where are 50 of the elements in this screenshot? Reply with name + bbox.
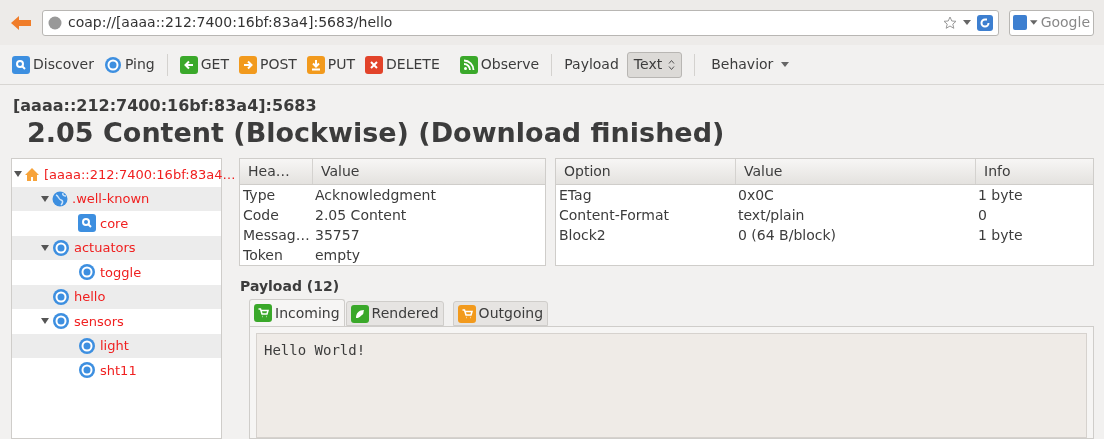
- table-cell-text: 35757: [314, 225, 361, 245]
- column-header[interactable]: Value: [312, 159, 544, 184]
- table-cell-text: 0: [977, 205, 988, 225]
- payload-title: Payload (12): [240, 277, 341, 296]
- tree-item[interactable]: light: [100, 336, 129, 356]
- payload-tab[interactable]: Rendered: [345, 301, 444, 326]
- discover-button[interactable]: Discover: [12, 54, 94, 75]
- address-bar[interactable]: coap://[aaaa::212:7400:16bf:83a4]:5683/hello: [42, 9, 999, 36]
- search-field[interactable]: Google: [1009, 9, 1094, 36]
- table-cell-text: Messag…: [242, 225, 311, 245]
- table-cell-text: ETag: [558, 185, 593, 205]
- tree-item[interactable]: [aaaa::212:7400:16bf:83a4…: [44, 164, 236, 184]
- payload-content: Hello World!: [256, 333, 1087, 438]
- observe-button[interactable]: Observe: [459, 54, 540, 75]
- table-cell-text: Acknowledgment: [314, 185, 437, 205]
- table-cell-text: 1 byte: [977, 185, 1024, 205]
- url-text: coap://[aaaa::212:7400:16bf:83a4]:5683/hello: [68, 13, 394, 32]
- table-cell-text: Code: [242, 205, 280, 225]
- payload-label: Payload: [564, 55, 619, 74]
- payload-tab[interactable]: Incoming: [249, 299, 345, 326]
- tree-item[interactable]: toggle: [100, 262, 142, 282]
- tree-item[interactable]: sht11: [100, 360, 137, 380]
- table-cell-text: 1 byte: [977, 225, 1024, 245]
- tree-item[interactable]: hello: [74, 287, 106, 307]
- table-cell-text: Block2: [558, 225, 607, 245]
- put-button[interactable]: PUT: [306, 54, 356, 75]
- column-header[interactable]: Option: [556, 159, 735, 184]
- ping-button[interactable]: Ping: [103, 54, 155, 75]
- table-cell-text: empty: [314, 245, 361, 265]
- table-cell-text: Type: [242, 185, 277, 205]
- column-header[interactable]: Value: [735, 159, 975, 184]
- table-cell-text: 2.05 Content: [314, 205, 408, 225]
- delete-button[interactable]: DELETE: [365, 54, 440, 75]
- column-header[interactable]: Info: [975, 159, 1093, 184]
- table-cell-text: 0 (64 B/block): [737, 225, 837, 245]
- response-status: 2.05 Content (Blockwise) (Download finished): [27, 116, 726, 150]
- payload-format-select[interactable]: Text: [626, 51, 683, 78]
- tree-item[interactable]: core: [100, 213, 129, 233]
- get-button[interactable]: GET: [179, 54, 229, 75]
- tree-item[interactable]: sensors: [74, 311, 124, 331]
- table-cell-text: 0x0C: [737, 185, 775, 205]
- host-address: [aaaa::212:7400:16bf:83a4]:5683: [13, 96, 318, 116]
- column-header[interactable]: Hea…: [240, 159, 312, 184]
- post-button[interactable]: POST: [238, 54, 297, 75]
- table-cell-text: Token: [242, 245, 284, 265]
- table-cell-text: Content-Format: [558, 205, 671, 225]
- behavior-menu[interactable]: Behavior: [707, 54, 794, 75]
- table-cell-text: text/plain: [737, 205, 806, 225]
- search-placeholder: Google: [1040, 13, 1090, 32]
- payload-tab[interactable]: Outgoing: [452, 301, 549, 326]
